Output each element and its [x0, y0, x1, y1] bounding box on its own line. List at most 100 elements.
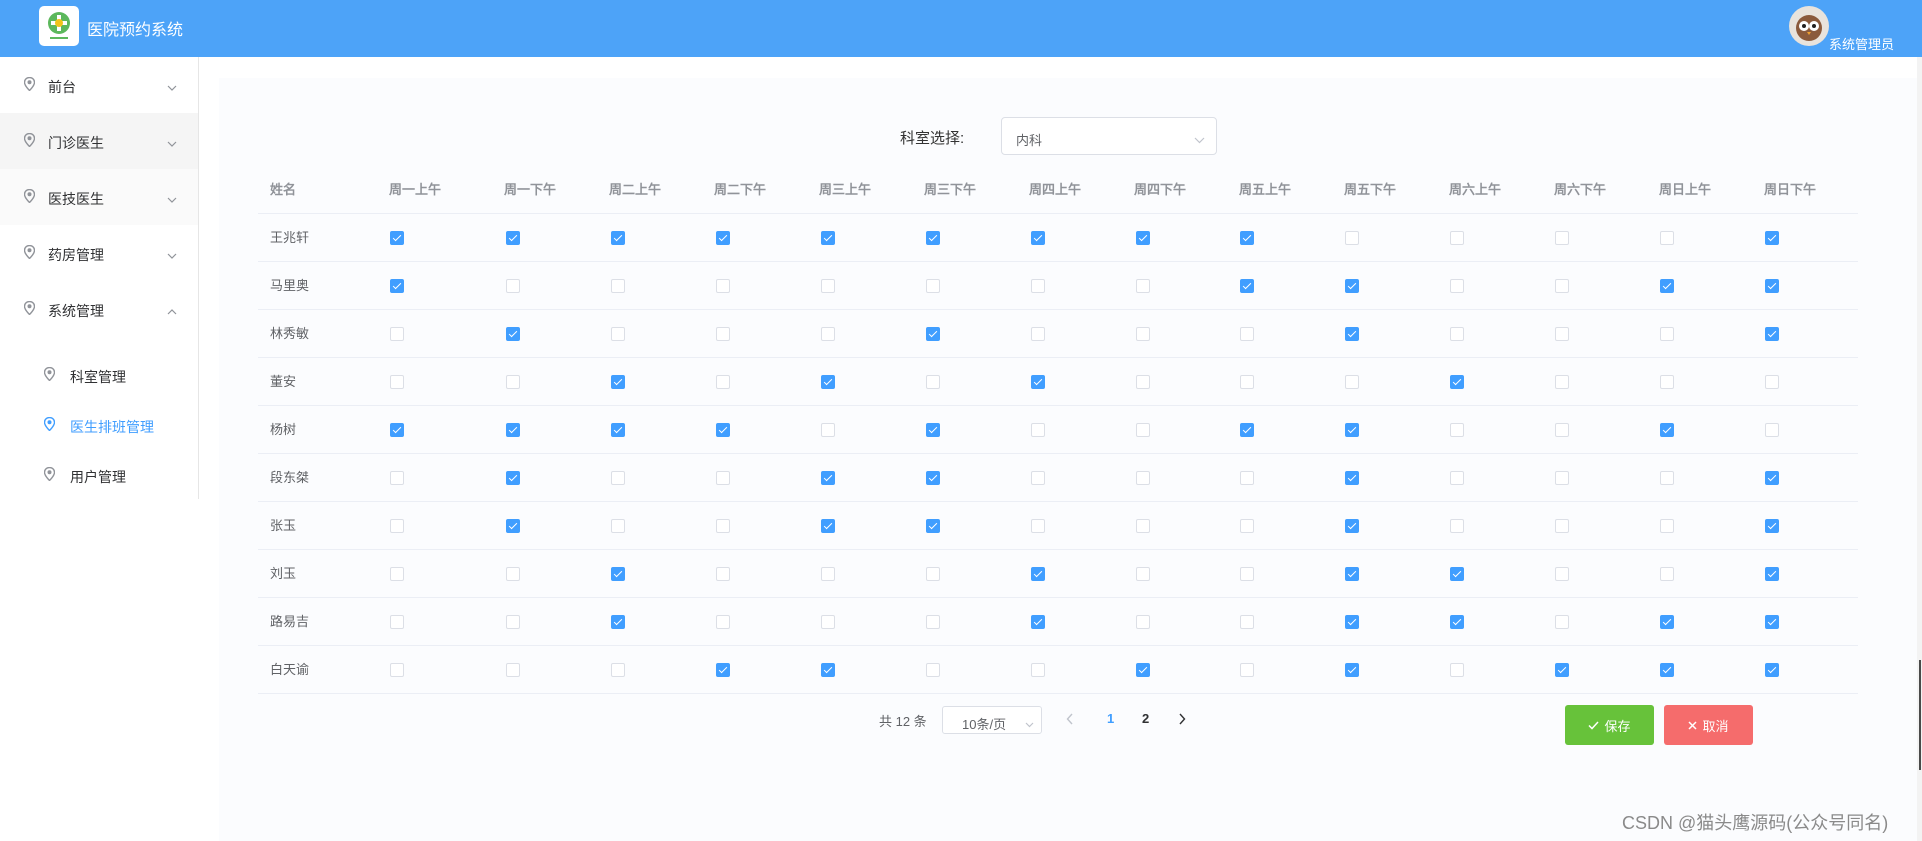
- schedule-checkbox[interactable]: [1660, 279, 1674, 293]
- schedule-checkbox[interactable]: [821, 231, 835, 245]
- schedule-checkbox[interactable]: [1240, 663, 1254, 677]
- schedule-checkbox[interactable]: [1765, 327, 1779, 341]
- schedule-checkbox[interactable]: [716, 663, 730, 677]
- schedule-checkbox[interactable]: [1450, 663, 1464, 677]
- schedule-checkbox[interactable]: [1031, 327, 1045, 341]
- next-page-button[interactable]: [1178, 712, 1186, 730]
- schedule-checkbox[interactable]: [926, 471, 940, 485]
- schedule-checkbox[interactable]: [1240, 423, 1254, 437]
- schedule-checkbox[interactable]: [390, 423, 404, 437]
- schedule-checkbox[interactable]: [926, 519, 940, 533]
- schedule-checkbox[interactable]: [1660, 663, 1674, 677]
- schedule-checkbox[interactable]: [926, 231, 940, 245]
- schedule-checkbox[interactable]: [1136, 519, 1150, 533]
- schedule-checkbox[interactable]: [1765, 567, 1779, 581]
- page-size-select[interactable]: 10条/页: [942, 706, 1042, 734]
- schedule-checkbox[interactable]: [1031, 519, 1045, 533]
- schedule-checkbox[interactable]: [1031, 471, 1045, 485]
- schedule-checkbox[interactable]: [1345, 279, 1359, 293]
- schedule-checkbox[interactable]: [1765, 423, 1779, 437]
- schedule-checkbox[interactable]: [1240, 471, 1254, 485]
- schedule-checkbox[interactable]: [1240, 231, 1254, 245]
- user-name[interactable]: 系统管理员: [1829, 34, 1894, 53]
- schedule-checkbox[interactable]: [390, 663, 404, 677]
- schedule-checkbox[interactable]: [506, 423, 520, 437]
- schedule-checkbox[interactable]: [506, 375, 520, 389]
- schedule-checkbox[interactable]: [1660, 375, 1674, 389]
- schedule-checkbox[interactable]: [506, 567, 520, 581]
- sidebar-subitem-doctor-schedule[interactable]: 医生排班管理: [0, 400, 198, 450]
- schedule-checkbox[interactable]: [611, 615, 625, 629]
- schedule-checkbox[interactable]: [1240, 279, 1254, 293]
- schedule-checkbox[interactable]: [716, 375, 730, 389]
- schedule-checkbox[interactable]: [611, 663, 625, 677]
- schedule-checkbox[interactable]: [821, 663, 835, 677]
- page-number-2[interactable]: 2: [1142, 711, 1149, 726]
- schedule-checkbox[interactable]: [1450, 615, 1464, 629]
- schedule-checkbox[interactable]: [390, 615, 404, 629]
- schedule-checkbox[interactable]: [821, 615, 835, 629]
- sidebar-subitem-user[interactable]: 用户管理: [0, 450, 198, 500]
- schedule-checkbox[interactable]: [821, 279, 835, 293]
- schedule-checkbox[interactable]: [1450, 231, 1464, 245]
- sidebar-item-medtech-doctor[interactable]: 医技医生: [0, 169, 198, 225]
- schedule-checkbox[interactable]: [926, 375, 940, 389]
- schedule-checkbox[interactable]: [1136, 615, 1150, 629]
- schedule-checkbox[interactable]: [821, 375, 835, 389]
- schedule-checkbox[interactable]: [1345, 567, 1359, 581]
- schedule-checkbox[interactable]: [1555, 615, 1569, 629]
- schedule-checkbox[interactable]: [1450, 327, 1464, 341]
- schedule-checkbox[interactable]: [1660, 567, 1674, 581]
- schedule-checkbox[interactable]: [1345, 423, 1359, 437]
- schedule-checkbox[interactable]: [1660, 423, 1674, 437]
- schedule-checkbox[interactable]: [716, 615, 730, 629]
- scrollbar-thumb[interactable]: [1919, 660, 1921, 770]
- schedule-checkbox[interactable]: [1555, 279, 1569, 293]
- schedule-checkbox[interactable]: [506, 519, 520, 533]
- schedule-checkbox[interactable]: [1555, 519, 1569, 533]
- schedule-checkbox[interactable]: [1555, 375, 1569, 389]
- schedule-checkbox[interactable]: [506, 231, 520, 245]
- schedule-checkbox[interactable]: [821, 471, 835, 485]
- schedule-checkbox[interactable]: [1555, 423, 1569, 437]
- schedule-checkbox[interactable]: [611, 519, 625, 533]
- schedule-checkbox[interactable]: [1450, 471, 1464, 485]
- schedule-checkbox[interactable]: [1345, 663, 1359, 677]
- schedule-checkbox[interactable]: [390, 231, 404, 245]
- schedule-checkbox[interactable]: [1765, 231, 1779, 245]
- page-number-1[interactable]: 1: [1107, 711, 1114, 726]
- schedule-checkbox[interactable]: [926, 567, 940, 581]
- schedule-checkbox[interactable]: [1765, 375, 1779, 389]
- schedule-checkbox[interactable]: [1136, 567, 1150, 581]
- schedule-checkbox[interactable]: [1031, 279, 1045, 293]
- schedule-checkbox[interactable]: [1136, 663, 1150, 677]
- schedule-checkbox[interactable]: [716, 471, 730, 485]
- prev-page-button[interactable]: [1066, 712, 1074, 730]
- schedule-checkbox[interactable]: [716, 519, 730, 533]
- schedule-checkbox[interactable]: [1240, 327, 1254, 341]
- schedule-checkbox[interactable]: [1240, 375, 1254, 389]
- schedule-checkbox[interactable]: [390, 375, 404, 389]
- schedule-checkbox[interactable]: [1136, 279, 1150, 293]
- schedule-checkbox[interactable]: [821, 567, 835, 581]
- schedule-checkbox[interactable]: [926, 615, 940, 629]
- schedule-checkbox[interactable]: [1031, 231, 1045, 245]
- schedule-checkbox[interactable]: [926, 423, 940, 437]
- schedule-checkbox[interactable]: [611, 471, 625, 485]
- schedule-checkbox[interactable]: [821, 423, 835, 437]
- schedule-checkbox[interactable]: [390, 567, 404, 581]
- schedule-checkbox[interactable]: [1450, 423, 1464, 437]
- schedule-checkbox[interactable]: [716, 231, 730, 245]
- schedule-checkbox[interactable]: [716, 567, 730, 581]
- schedule-checkbox[interactable]: [390, 519, 404, 533]
- schedule-checkbox[interactable]: [1345, 375, 1359, 389]
- schedule-checkbox[interactable]: [1765, 519, 1779, 533]
- schedule-checkbox[interactable]: [506, 471, 520, 485]
- schedule-checkbox[interactable]: [1345, 231, 1359, 245]
- schedule-checkbox[interactable]: [611, 567, 625, 581]
- schedule-checkbox[interactable]: [1136, 471, 1150, 485]
- schedule-checkbox[interactable]: [926, 663, 940, 677]
- schedule-checkbox[interactable]: [1031, 567, 1045, 581]
- schedule-checkbox[interactable]: [1031, 375, 1045, 389]
- schedule-checkbox[interactable]: [1240, 615, 1254, 629]
